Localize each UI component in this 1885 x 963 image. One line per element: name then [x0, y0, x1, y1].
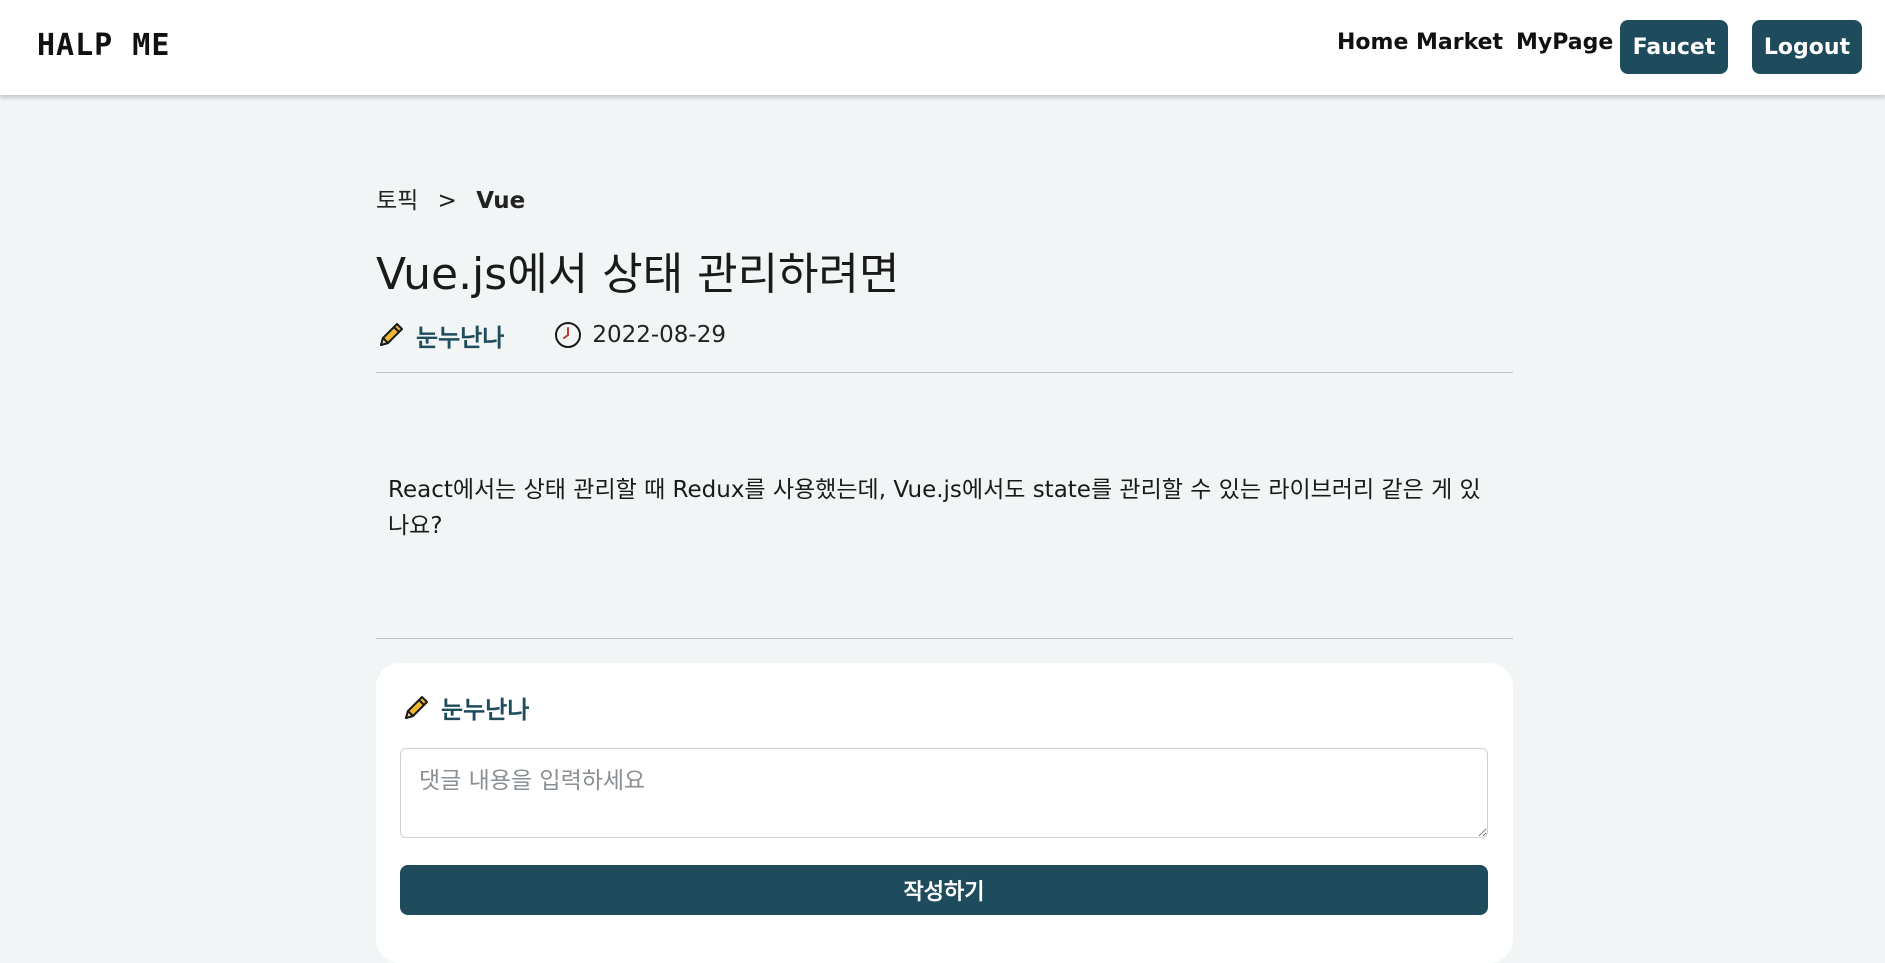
breadcrumb-separator: > [437, 188, 457, 214]
meta-divider [376, 372, 1513, 373]
comment-author-name: 눈누난나 [441, 696, 530, 724]
breadcrumb-root[interactable]: 토픽 [376, 188, 418, 214]
faucet-button[interactable]: Faucet [1620, 20, 1728, 74]
logout-button[interactable]: Logout [1752, 20, 1862, 74]
post-title: Vue.js에서 상태 관리하려면 [376, 249, 900, 300]
submit-comment-button[interactable]: 작성하기 [400, 865, 1488, 915]
app-logo[interactable]: HALP ME [37, 28, 170, 63]
post-body: React에서는 상태 관리할 때 Redux를 사용했는데, Vue.js에서… [388, 477, 1481, 539]
top-navbar: HALP ME Home Market MyPage Faucet Logout [0, 0, 1885, 95]
comment-author: 눈누난나 [401, 690, 529, 725]
breadcrumb-current[interactable]: Vue [476, 188, 525, 214]
post-author[interactable]: 눈누난나 [416, 318, 504, 353]
nav-link-mypage[interactable]: MyPage [1516, 30, 1613, 55]
breadcrumb: 토픽 > Vue [376, 181, 525, 215]
pencil-icon [401, 693, 431, 723]
pencil-icon [376, 320, 406, 350]
body-divider [376, 638, 1513, 639]
nav-link-market[interactable]: Market [1416, 30, 1503, 55]
nav-link-home[interactable]: Home [1337, 30, 1408, 55]
clock-icon [554, 321, 582, 349]
post-meta: 눈누난나 2022-08-29 [376, 317, 726, 353]
post-date: 2022-08-29 [592, 322, 726, 348]
comment-input[interactable] [400, 748, 1488, 838]
